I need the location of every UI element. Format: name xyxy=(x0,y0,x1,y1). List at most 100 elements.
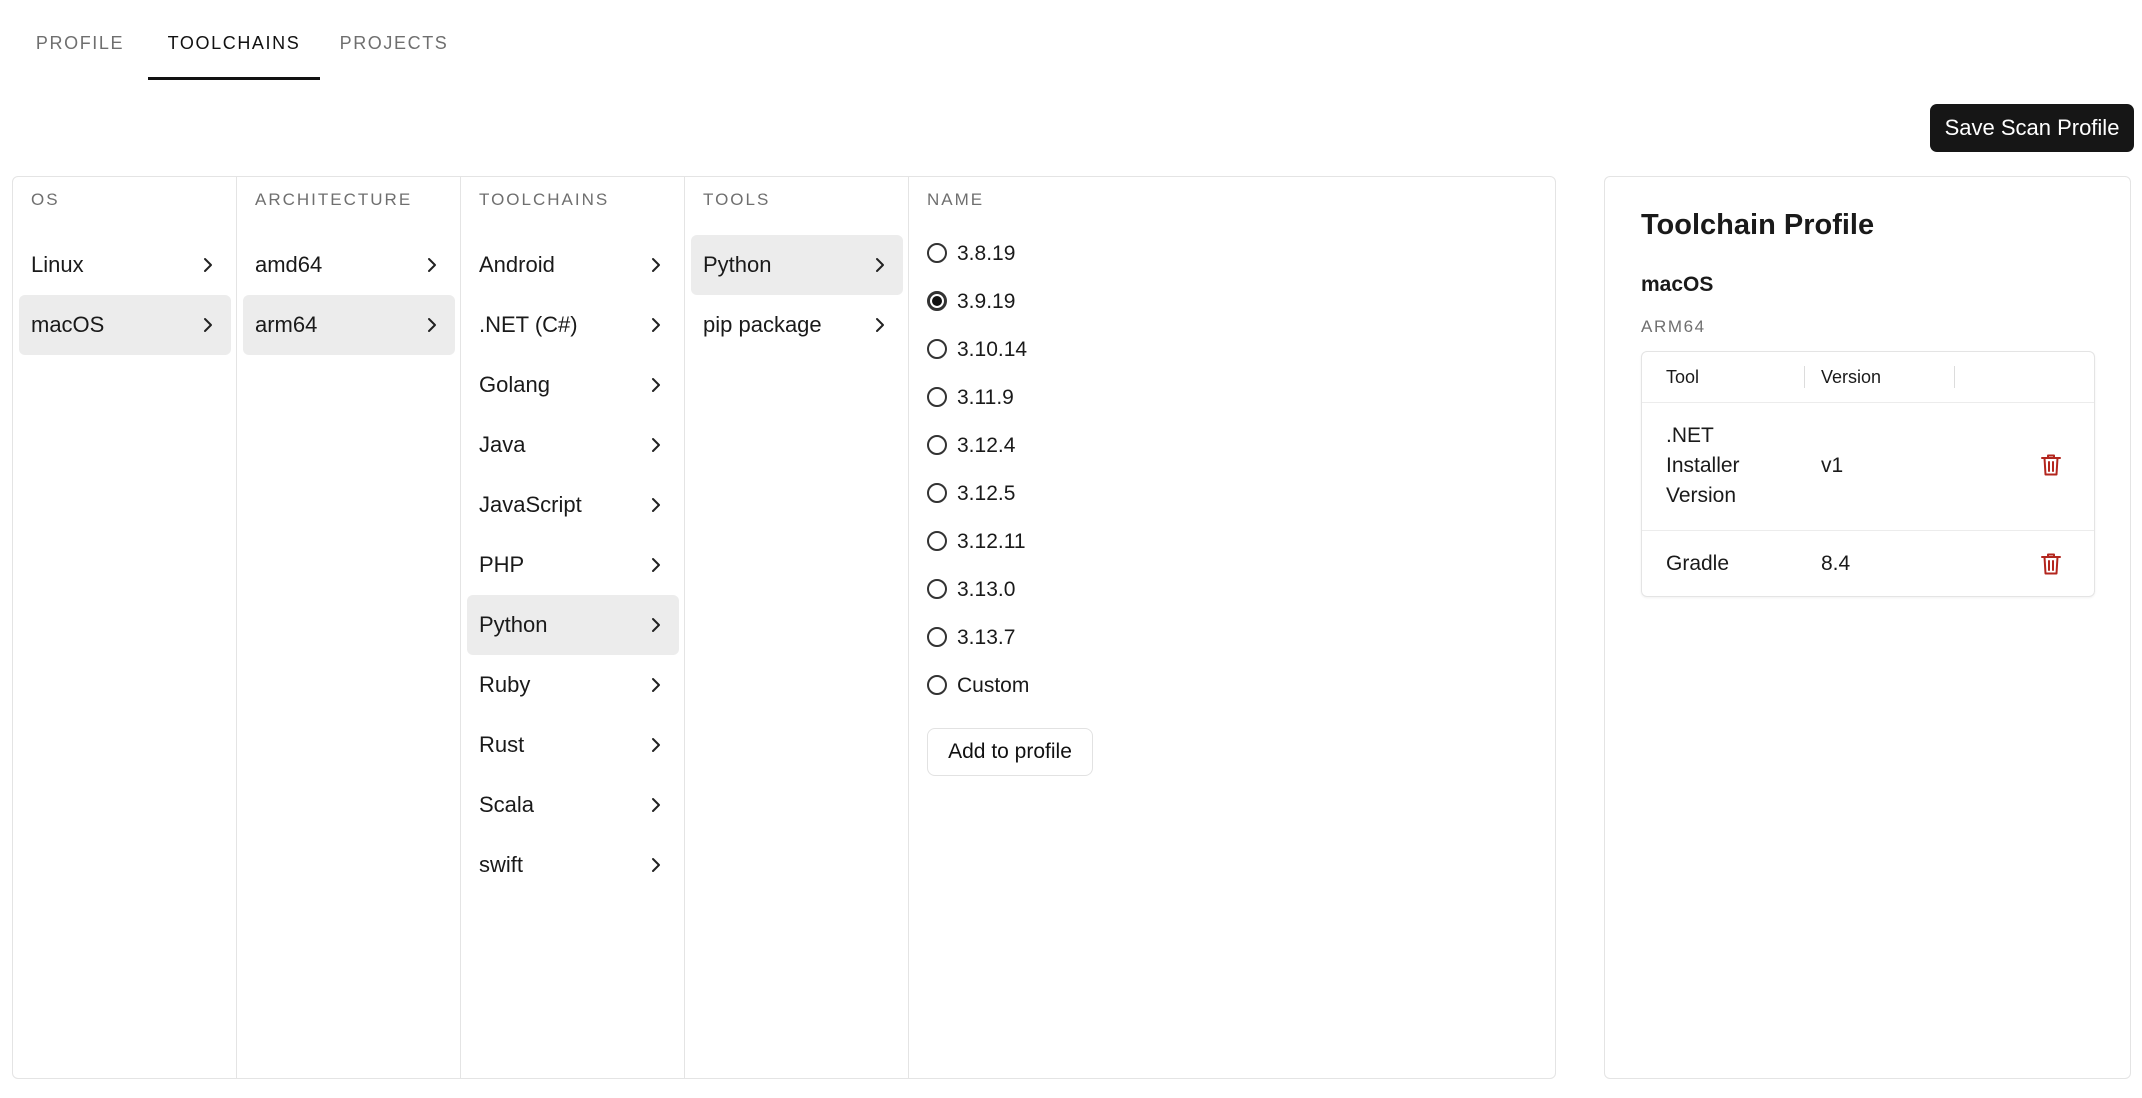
table-row: .NET Installer Version v1 xyxy=(1642,402,2094,530)
toolchains-column: TOOLCHAINS Android .NET (C#) Golang Java… xyxy=(461,177,685,1078)
radio-icon xyxy=(927,483,947,503)
architecture-column: ARCHITECTURE amd64 arm64 xyxy=(237,177,461,1078)
toolchain-item-golang[interactable]: Golang xyxy=(467,355,679,415)
toolchain-item-python[interactable]: Python xyxy=(467,595,679,655)
chevron-right-icon xyxy=(652,258,660,272)
toolchain-item-label: Golang xyxy=(479,372,550,397)
os-item-label: macOS xyxy=(31,312,105,337)
version-option-label: 3.13.0 xyxy=(957,578,1016,601)
add-to-profile-button[interactable]: Add to profile xyxy=(927,728,1093,776)
radio-icon xyxy=(927,387,947,407)
arch-item-arm64[interactable]: arm64 xyxy=(243,295,455,355)
tool-cell: Gradle xyxy=(1666,552,1730,575)
column-divider xyxy=(1954,366,1955,388)
chevron-right-icon xyxy=(652,438,660,452)
toolchains-column-header: TOOLCHAINS xyxy=(479,190,610,209)
toolchain-item-swift[interactable]: swift xyxy=(467,835,679,895)
chevron-right-icon xyxy=(652,618,660,632)
os-item-macos[interactable]: macOS xyxy=(19,295,231,355)
radio-icon xyxy=(927,435,947,455)
radio-icon xyxy=(927,579,947,599)
version-option-label: 3.12.11 xyxy=(957,530,1026,553)
trash-icon[interactable] xyxy=(2040,453,2062,477)
os-column: OS Linux macOS xyxy=(13,177,237,1078)
profile-os: macOS xyxy=(1641,273,1714,296)
tool-cell-line: Installer xyxy=(1666,454,1740,477)
column-header-version: Version xyxy=(1821,367,1882,387)
profile-title: Toolchain Profile xyxy=(1641,209,1875,241)
toolchain-item-label: JavaScript xyxy=(479,492,582,517)
toolchain-item-android[interactable]: Android xyxy=(467,235,679,295)
chevron-right-icon xyxy=(652,678,660,692)
chevron-right-icon xyxy=(876,258,884,272)
radio-icon xyxy=(927,339,947,359)
profile-arch: ARM64 xyxy=(1641,317,1706,336)
architecture-column-header: ARCHITECTURE xyxy=(255,190,413,209)
toolchain-item-label: Ruby xyxy=(479,672,531,697)
version-option-label: 3.10.14 xyxy=(957,338,1028,361)
os-item-linux[interactable]: Linux xyxy=(19,235,231,295)
version-option-label: 3.12.5 xyxy=(957,482,1016,505)
version-option-label: Custom xyxy=(957,674,1030,697)
tool-cell-line: Version xyxy=(1666,484,1737,507)
radio-icon xyxy=(927,531,947,551)
tab-toolchains[interactable]: TOOLCHAINS xyxy=(148,0,320,80)
table-row: Gradle 8.4 xyxy=(1642,530,2094,596)
radio-icon xyxy=(927,243,947,263)
toolchain-profile-card: Toolchain Profile macOS ARM64 Tool Versi… xyxy=(1604,176,2131,1079)
os-item-label: Linux xyxy=(31,252,84,277)
radio-icon xyxy=(927,627,947,647)
name-column-header: NAME xyxy=(927,190,985,209)
arch-item-amd64[interactable]: amd64 xyxy=(243,235,455,295)
toolchain-item-scala[interactable]: Scala xyxy=(467,775,679,835)
chevron-right-icon xyxy=(428,318,436,332)
tab-profile[interactable]: PROFILE xyxy=(22,0,138,80)
chevron-right-icon xyxy=(652,498,660,512)
tool-cell: .NET Installer Version xyxy=(1666,421,1740,511)
toolchain-item-label: Scala xyxy=(479,792,535,817)
os-column-header: OS xyxy=(31,190,60,209)
toolchain-item-java[interactable]: Java xyxy=(467,415,679,475)
version-cell: v1 xyxy=(1821,454,1844,477)
toolchain-item-label: .NET (C#) xyxy=(479,312,578,337)
tool-item-label: Python xyxy=(703,252,772,277)
radio-icon xyxy=(927,675,947,695)
version-option-label: 3.9.19 xyxy=(957,290,1016,313)
chevron-right-icon xyxy=(652,798,660,812)
tool-item-pip-package[interactable]: pip package xyxy=(691,295,903,355)
toolchain-item-label: Java xyxy=(479,432,526,457)
chevron-right-icon xyxy=(204,258,212,272)
chevron-right-icon xyxy=(652,858,660,872)
chevron-right-icon xyxy=(652,318,660,332)
chevron-right-icon xyxy=(204,318,212,332)
toolchain-item-label: swift xyxy=(479,852,523,877)
version-option-label: 3.13.7 xyxy=(957,626,1016,649)
trash-icon[interactable] xyxy=(2040,552,2062,576)
tool-item-python[interactable]: Python xyxy=(691,235,903,295)
tab-bar: PROFILE TOOLCHAINS PROJECTS xyxy=(0,0,600,80)
version-option-label: 3.11.9 xyxy=(957,386,1014,409)
chevron-right-icon xyxy=(876,318,884,332)
chevron-right-icon xyxy=(428,258,436,272)
radio-checked-icon xyxy=(927,291,947,311)
tools-column-header: TOOLS xyxy=(703,190,771,209)
toolchain-item-dotnet[interactable]: .NET (C#) xyxy=(467,295,679,355)
arch-item-label: amd64 xyxy=(255,252,323,277)
save-scan-profile-button[interactable]: Save Scan Profile xyxy=(1930,104,2134,152)
arch-item-label: arm64 xyxy=(255,312,318,337)
toolchain-item-javascript[interactable]: JavaScript xyxy=(467,475,679,535)
version-cell: 8.4 xyxy=(1821,552,1851,575)
toolchain-item-label: Rust xyxy=(479,732,525,757)
column-header-tool: Tool xyxy=(1666,367,1700,387)
chevron-right-icon xyxy=(652,558,660,572)
toolchain-item-rust[interactable]: Rust xyxy=(467,715,679,775)
toolchain-item-ruby[interactable]: Ruby xyxy=(467,655,679,715)
column-divider xyxy=(1804,366,1805,388)
tool-item-label: pip package xyxy=(703,312,822,337)
version-option-label: 3.12.4 xyxy=(957,434,1016,457)
version-option-label: 3.8.19 xyxy=(957,242,1016,265)
toolchain-item-php[interactable]: PHP xyxy=(467,535,679,595)
chevron-right-icon xyxy=(652,738,660,752)
tab-projects[interactable]: PROJECTS xyxy=(330,0,458,80)
tools-column: TOOLS Python pip package xyxy=(685,177,909,1078)
